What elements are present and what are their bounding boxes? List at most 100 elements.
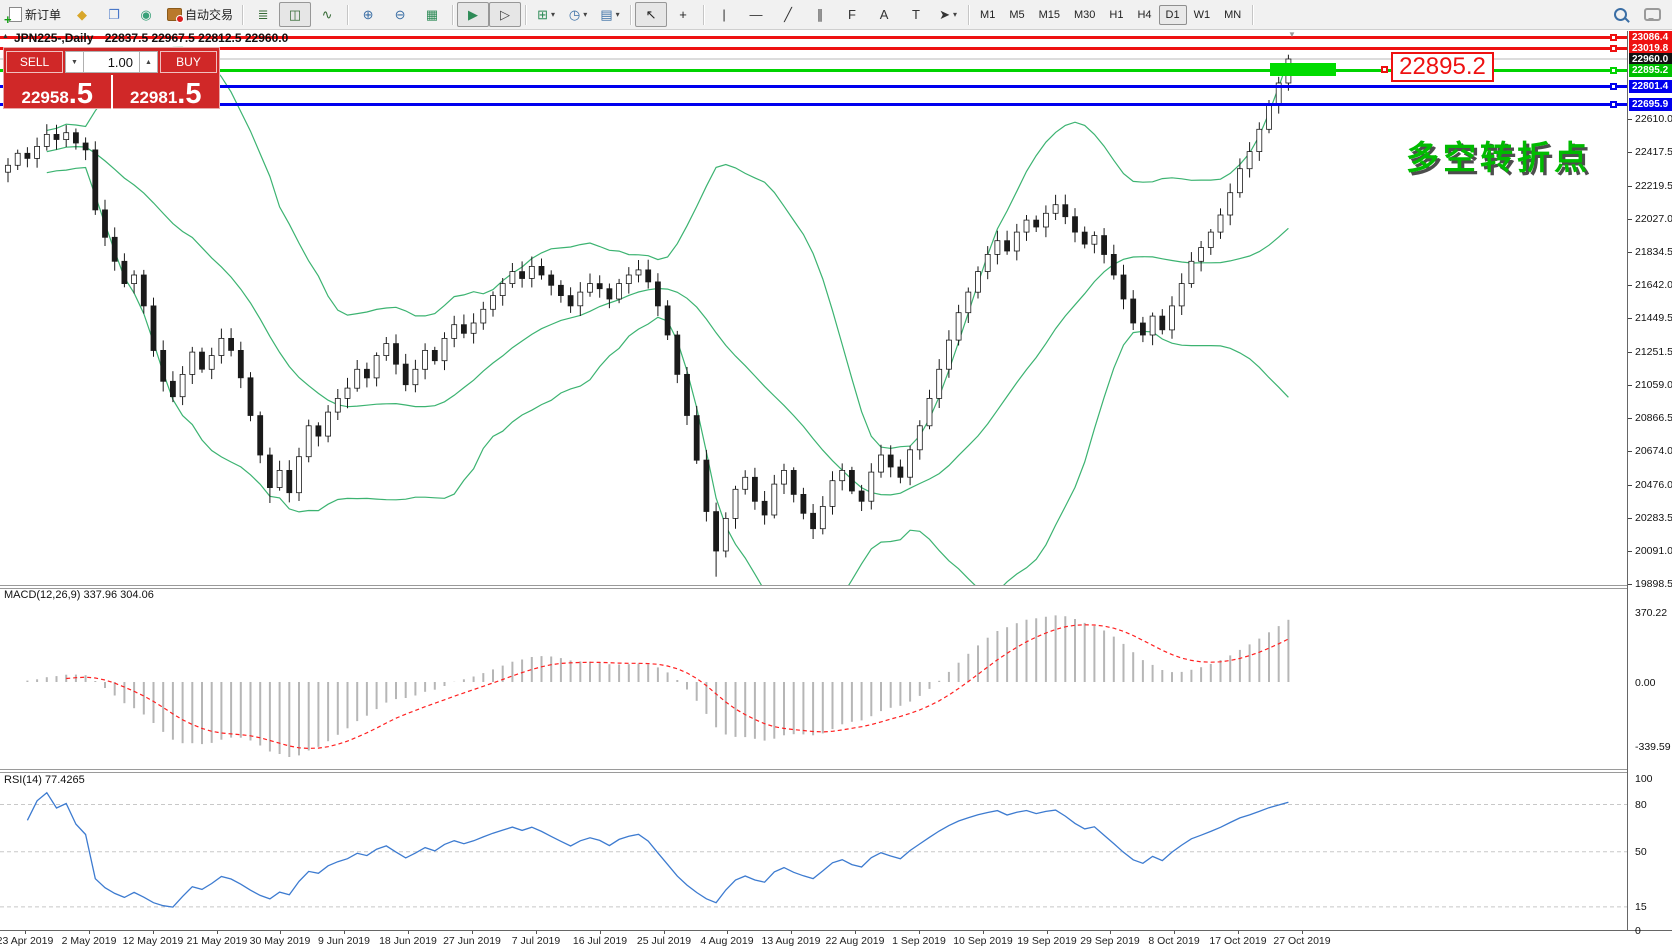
collapse-icon[interactable]: ▲ bbox=[2, 33, 9, 40]
timeframe-m1[interactable]: M1 bbox=[973, 5, 1002, 25]
horizontal-line-23019.8[interactable] bbox=[0, 47, 1627, 50]
channel-button[interactable]: ∥ bbox=[804, 2, 836, 27]
date-label: 10 Sep 2019 bbox=[953, 935, 1013, 947]
trendline-button[interactable]: ╱ bbox=[772, 2, 804, 27]
price-tag-22801.4: 22801.4 bbox=[1629, 80, 1672, 93]
sell-price-frac: .5 bbox=[69, 83, 93, 106]
timeframe-m5[interactable]: M5 bbox=[1002, 5, 1031, 25]
chat-icon[interactable] bbox=[1636, 2, 1668, 27]
price-tick-label: 20866.5 bbox=[1635, 412, 1672, 424]
label-button[interactable]: T bbox=[900, 2, 932, 27]
highlight-rectangle-object[interactable] bbox=[1270, 63, 1336, 76]
volume-up-icon[interactable]: ▲ bbox=[139, 51, 158, 73]
text-button[interactable]: A bbox=[868, 2, 900, 27]
volume-input[interactable]: 1.00 bbox=[84, 51, 139, 73]
price-tick-label: 22610.0 bbox=[1635, 113, 1672, 125]
price-tick-label: 21449.5 bbox=[1635, 312, 1672, 324]
tile-windows-button[interactable]: ▦ bbox=[416, 2, 448, 27]
macd-panel[interactable] bbox=[0, 587, 1627, 768]
zoom-out-glyph: ⊖ bbox=[395, 8, 406, 21]
date-tick bbox=[280, 931, 281, 934]
candlestick-chart-button[interactable]: ◫ bbox=[279, 2, 311, 27]
date-tick bbox=[1110, 931, 1111, 934]
price-label-object[interactable]: 22895.2 bbox=[1391, 52, 1494, 82]
rsi-panel[interactable] bbox=[0, 772, 1627, 929]
line-anchor-icon[interactable] bbox=[1610, 34, 1617, 41]
date-tick bbox=[25, 931, 26, 934]
horizontal-line-22695.9[interactable] bbox=[0, 103, 1627, 106]
zoom-out-button[interactable]: ⊖ bbox=[384, 2, 416, 27]
autotrading-button[interactable]: 自动交易 bbox=[162, 2, 238, 27]
sell-button[interactable]: SELL bbox=[6, 51, 63, 73]
sell-price-whole: 22958 bbox=[22, 89, 69, 106]
dropdown-caret-icon: ▾ bbox=[953, 10, 957, 19]
auto-scroll-button[interactable]: ▶ bbox=[457, 2, 489, 27]
line-anchor-icon[interactable] bbox=[1610, 83, 1617, 90]
chat-icon-icon bbox=[1644, 8, 1661, 21]
volume-down-icon[interactable]: ▼ bbox=[65, 51, 84, 73]
date-tick bbox=[1174, 931, 1175, 934]
zoom-in-button[interactable]: ⊕ bbox=[352, 2, 384, 27]
ohlc-values: 22837.5 22967.5 22812.5 22960.0 bbox=[105, 31, 289, 45]
buy-price[interactable]: 22981.5 bbox=[113, 75, 220, 109]
vertical-line-button[interactable]: | bbox=[708, 2, 740, 27]
crosshair-glyph: + bbox=[679, 8, 687, 21]
date-tick bbox=[89, 931, 90, 934]
line-anchor-icon[interactable] bbox=[1610, 101, 1617, 108]
line-chart-button[interactable]: ∿ bbox=[311, 2, 343, 27]
date-label: 25 Jul 2019 bbox=[637, 935, 691, 947]
axis-tick bbox=[1628, 485, 1632, 486]
cursor-button[interactable]: ↖ bbox=[635, 2, 667, 27]
period-button[interactable]: ◷▾ bbox=[562, 2, 594, 27]
timeframe-m30[interactable]: M30 bbox=[1067, 5, 1102, 25]
sell-price[interactable]: 22958.5 bbox=[4, 75, 113, 109]
timeframe-h1[interactable]: H1 bbox=[1102, 5, 1130, 25]
panel-separator[interactable] bbox=[0, 769, 1672, 773]
date-label: 23 Apr 2019 bbox=[0, 935, 53, 947]
timeframe-mn[interactable]: MN bbox=[1217, 5, 1248, 25]
chart-annotation-text[interactable]: 多空转折点 bbox=[1406, 131, 1591, 179]
chart-shift-marker[interactable]: ▼ bbox=[1288, 30, 1296, 39]
crosshair-button[interactable]: + bbox=[667, 2, 699, 27]
tile-windows-glyph: ▦ bbox=[426, 8, 438, 21]
arrows-button[interactable]: ➤▾ bbox=[932, 2, 964, 27]
template-button[interactable]: ▤▾ bbox=[594, 2, 626, 27]
main-chart[interactable] bbox=[0, 31, 1627, 585]
date-axis[interactable]: 23 Apr 20192 May 201912 May 201921 May 2… bbox=[0, 930, 1672, 951]
date-label: 13 Aug 2019 bbox=[762, 935, 821, 947]
date-label: 27 Jun 2019 bbox=[443, 935, 501, 947]
fibonacci-button[interactable]: F bbox=[836, 2, 868, 27]
chart-shift-button[interactable]: ▷ bbox=[489, 2, 521, 27]
panel-separator[interactable] bbox=[0, 585, 1672, 589]
axis-tick bbox=[1628, 285, 1632, 286]
timeframe-m15[interactable]: M15 bbox=[1032, 5, 1067, 25]
history-icon[interactable]: ◆ bbox=[66, 2, 98, 27]
horizontal-line-button[interactable]: — bbox=[740, 2, 772, 27]
price-tick-label: 20476.0 bbox=[1635, 479, 1672, 491]
date-label: 27 Oct 2019 bbox=[1273, 935, 1330, 947]
timeframe-h4[interactable]: H4 bbox=[1130, 5, 1158, 25]
timeframe-d1[interactable]: D1 bbox=[1159, 5, 1187, 25]
date-tick bbox=[983, 931, 984, 934]
new-chart-button[interactable]: ⊞▾ bbox=[530, 2, 562, 27]
buy-button[interactable]: BUY bbox=[160, 51, 217, 73]
alerts-icon[interactable]: ◉ bbox=[130, 2, 162, 27]
price-tag-22895.2: 22895.2 bbox=[1629, 64, 1672, 77]
date-tick bbox=[600, 931, 601, 934]
line-anchor-icon[interactable] bbox=[1610, 45, 1617, 52]
macd-tick-label: -339.59 bbox=[1635, 741, 1671, 753]
line-anchor-icon[interactable] bbox=[1610, 67, 1617, 74]
price-label-anchor[interactable] bbox=[1381, 66, 1388, 73]
price-tick-label: 21059.0 bbox=[1635, 379, 1672, 391]
horizontal-line-22801.4[interactable] bbox=[0, 85, 1627, 88]
period-glyph: ◷ bbox=[569, 8, 580, 21]
price-axis[interactable]: 22610.022417.522219.522027.021834.521642… bbox=[1627, 31, 1672, 930]
timeframe-w1[interactable]: W1 bbox=[1187, 5, 1218, 25]
axis-tick bbox=[1628, 318, 1632, 319]
search-icon[interactable] bbox=[1604, 2, 1636, 27]
date-tick bbox=[472, 931, 473, 934]
news-icon[interactable]: ❐ bbox=[98, 2, 130, 27]
new-order-button[interactable]: 新订单 bbox=[4, 2, 66, 27]
rsi-tick-label: 50 bbox=[1635, 846, 1647, 858]
bar-chart-button[interactable]: ≣ bbox=[247, 2, 279, 27]
